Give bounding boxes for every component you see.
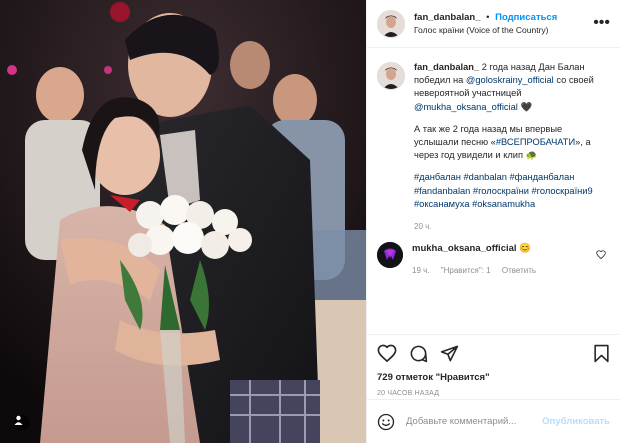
publish-button[interactable]: Опубликовать [542, 416, 610, 427]
reply-button[interactable]: Ответить [502, 266, 536, 275]
post-photo[interactable] [0, 0, 366, 443]
header-separator: • [486, 11, 490, 23]
caption-avatar[interactable] [377, 62, 405, 90]
share-icon[interactable] [440, 344, 459, 363]
location-link[interactable]: Голос країни (Voice of the Country) [414, 24, 557, 37]
follow-button[interactable]: Подписаться [495, 12, 557, 23]
post-header: fan_danbalan_ • Подписаться Голос країни… [367, 0, 620, 48]
header-username[interactable]: fan_danbalan_ [414, 12, 481, 23]
mention-goloskrainy[interactable]: @goloskrainy_official [466, 75, 554, 85]
hashtags[interactable]: #данбалан #danbalan #фанданбалан #fandan… [414, 171, 609, 211]
avatar[interactable] [377, 9, 405, 38]
post-time[interactable]: 20 ЧАСОВ НАЗАД [377, 390, 610, 397]
comment-body: mukha_oksana_official 😊 19 ч. "Нравится"… [412, 242, 592, 277]
instagram-post-modal: fan_danbalan_ • Подписаться Голос країни… [0, 0, 620, 443]
user-tag-icon[interactable] [14, 415, 30, 431]
more-icon[interactable]: ••• [593, 14, 610, 32]
caption-body: fan_danbalan_ 2 года назад Дан Балан поб… [414, 61, 609, 233]
caption: fan_danbalan_ 2 года назад Дан Балан поб… [367, 49, 620, 233]
header-text: fan_danbalan_ • Подписаться Голос країни… [414, 11, 557, 37]
comment-item: mukha_oksana_official 😊 19 ч. "Нравится"… [367, 233, 620, 277]
comments-section: fan_danbalan_ 2 года назад Дан Балан поб… [367, 49, 620, 332]
action-icons [377, 342, 610, 364]
turtle-emoji: 🐢 [525, 150, 538, 161]
post-actions: 729 отметок "Нравится" 20 ЧАСОВ НАЗАД [367, 334, 620, 397]
post-sidebar: fan_danbalan_ • Подписаться Голос країни… [366, 0, 620, 443]
comment-meta: 19 ч. "Нравится": 1 Ответить [412, 264, 592, 277]
comment-likes[interactable]: "Нравится": 1 [441, 266, 491, 275]
hashtag-vseprobachaty[interactable]: #ВСЕПРОБАЧАТИ [496, 137, 575, 147]
comment-icon[interactable] [409, 344, 428, 363]
emoji-icon[interactable] [377, 413, 395, 431]
likes-count[interactable]: 729 отметок "Нравится" [377, 372, 610, 383]
comment-emoji: 😊 [519, 243, 532, 255]
post-photo-illustration [0, 0, 366, 443]
add-comment-input[interactable] [404, 415, 543, 428]
comment-avatar[interactable] [377, 242, 403, 269]
mention-mukha[interactable]: @mukha_oksana_official [414, 102, 518, 112]
add-comment-bar: Опубликовать [367, 399, 620, 443]
heart-emoji: 🖤 [520, 101, 533, 112]
heart-icon[interactable] [377, 344, 397, 362]
bookmark-icon[interactable] [593, 344, 610, 363]
caption-username[interactable]: fan_danbalan_ [414, 62, 479, 72]
caption-time[interactable]: 20 ч. [414, 220, 609, 233]
comment-like-icon[interactable] [596, 250, 606, 262]
comment-time[interactable]: 19 ч. [412, 266, 430, 275]
comment-username[interactable]: mukha_oksana_official [412, 243, 517, 254]
